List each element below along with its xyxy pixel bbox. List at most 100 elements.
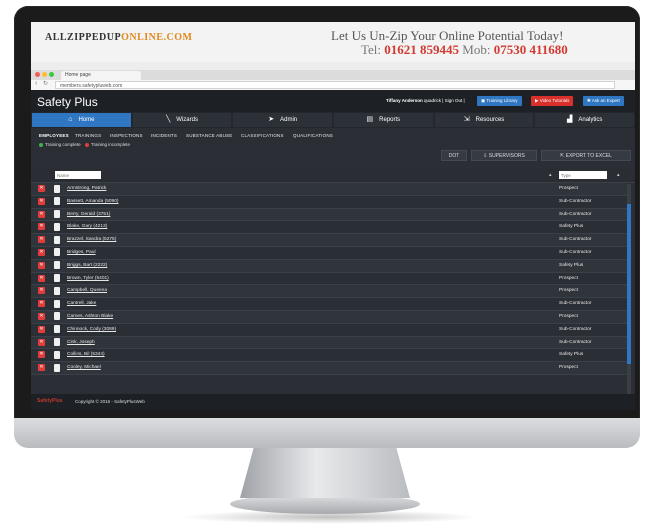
document-icon[interactable] — [54, 299, 60, 308]
tab-substance-abuse[interactable]: SUBSTANCE ABUSE — [186, 133, 232, 138]
delete-icon[interactable]: ✕ — [38, 364, 45, 372]
reload-icon[interactable]: ↻ — [43, 80, 48, 87]
employee-name-link[interactable]: Brazzel, Sandra (5275) — [67, 237, 116, 242]
employee-name-link[interactable]: Blake, Gary (4213) — [67, 224, 107, 229]
employee-name-link[interactable]: Bassett, Amanda (5090) — [67, 199, 118, 204]
document-icon[interactable] — [54, 222, 60, 231]
employee-name-link[interactable]: Cooley, Michael — [67, 365, 101, 370]
employee-name-link[interactable]: Collins, Bil (5344) — [67, 352, 105, 357]
sort-icon[interactable]: ▴ — [617, 172, 620, 178]
tab-incidents[interactable]: INCIDENTS — [151, 133, 177, 138]
footer-copyright: Copyright © 2016 - SafetyPlusWeb — [75, 399, 145, 404]
tab-employees[interactable]: EMPLOYEES — [39, 133, 69, 138]
delete-icon[interactable]: ✕ — [38, 351, 45, 359]
delete-icon[interactable]: ✕ — [38, 210, 45, 218]
employee-type: Prospect — [559, 365, 578, 371]
table-row[interactable]: ✕ Armstrong, Patrick Prospect — [31, 183, 627, 196]
delete-icon[interactable]: ✕ — [38, 338, 45, 346]
table-row[interactable]: ✕ Berry, Gerald (3751) Sub-Contractor — [31, 208, 627, 222]
employee-name-link[interactable]: Bridges, Paul — [67, 250, 96, 255]
video-tutorials-button[interactable]: ▶ Video Tutorials — [531, 96, 574, 106]
scrollbar[interactable] — [627, 184, 631, 394]
employee-type: Prospect — [559, 186, 578, 191]
employee-name-link[interactable]: Berry, Gerald (3751) — [67, 212, 110, 217]
document-icon[interactable] — [54, 274, 60, 283]
dot-button[interactable]: DOT — [441, 150, 467, 161]
nav-resources[interactable]: ⇲ Resources — [434, 113, 534, 127]
document-icon[interactable] — [54, 184, 60, 193]
tab-trainings[interactable]: TRAININGS — [75, 133, 101, 138]
maximize-window-icon[interactable] — [49, 72, 54, 77]
employee-name-link[interactable]: Campbell, Queena — [67, 288, 107, 293]
document-icon[interactable] — [54, 338, 60, 347]
url-field[interactable]: members.safetypluweb.com — [55, 81, 615, 89]
employee-type: Sub-Contractor — [559, 301, 592, 307]
delete-icon[interactable]: ✕ — [38, 197, 45, 205]
document-icon[interactable] — [54, 312, 60, 321]
table-row[interactable]: ✕ Cantrell, Jake Sub-Contractor — [31, 298, 627, 311]
delete-icon[interactable]: ✕ — [38, 223, 45, 231]
tab-classifications[interactable]: CLASSIFICATIONS — [241, 133, 284, 138]
document-icon[interactable] — [54, 210, 60, 219]
delete-icon[interactable]: ✕ — [38, 185, 45, 192]
delete-icon[interactable]: ✕ — [38, 300, 45, 308]
document-icon[interactable] — [54, 235, 60, 244]
table-row[interactable]: ✕ Collins, Bil (5344) Safety Plus — [31, 349, 627, 363]
back-icon[interactable]: ‹ — [35, 80, 37, 87]
nav-reports[interactable]: ▤ Reports — [334, 113, 433, 127]
sort-icon[interactable]: ▴ — [549, 172, 552, 178]
employee-name-link[interactable]: Cink, Joseph — [67, 340, 95, 345]
table-row[interactable]: ✕ Bassett, Amanda (5090) Sub-Contractor — [31, 195, 627, 209]
table-row[interactable]: ✕ Briggs, Bart (2222) Safety Plus — [31, 259, 627, 273]
nav-admin[interactable]: ➤ Admin — [233, 113, 333, 127]
table-row[interactable]: ✕ Carnes, Ashton Blake Prospect — [31, 310, 627, 324]
table-row[interactable]: ✕ Cooley, Michael Prospect — [31, 362, 627, 375]
name-filter-input[interactable] — [55, 171, 101, 179]
table-row[interactable]: ✕ Cink, Joseph Sub-Contractor — [31, 336, 627, 350]
external-icon: ⇲ — [463, 116, 470, 123]
delete-icon[interactable]: ✕ — [38, 248, 45, 256]
training-library-button[interactable]: ▣ Training Library — [477, 96, 522, 106]
document-icon[interactable] — [54, 350, 60, 359]
delete-icon[interactable]: ✕ — [38, 287, 45, 295]
type-filter-input[interactable] — [559, 171, 607, 179]
delete-icon[interactable]: ✕ — [38, 236, 45, 244]
close-window-icon[interactable] — [35, 72, 40, 77]
employee-name-link[interactable]: Brown, Tyler (5401) — [67, 276, 109, 281]
nav-analytics[interactable]: ▟ Analytics — [535, 113, 635, 127]
document-icon[interactable] — [54, 197, 60, 206]
banner-logo[interactable]: ALLZIPPEDUPONLINE.COM — [45, 32, 192, 43]
table-row[interactable]: ✕ Bridges, Paul Sub-Contractor — [31, 246, 627, 260]
employee-name-link[interactable]: Cantrell, Jake — [67, 301, 96, 306]
tab-qualifications[interactable]: QUALIFICATIONS — [293, 133, 333, 138]
minimize-window-icon[interactable] — [42, 72, 47, 77]
document-icon[interactable] — [54, 248, 60, 257]
employee-name-link[interactable]: Briggs, Bart (2222) — [67, 263, 107, 268]
table-row[interactable]: ✕ Brown, Tyler (5401) Prospect — [31, 272, 627, 286]
tab-inspections[interactable]: INSPECTIONS — [110, 133, 143, 138]
ask-expert-button[interactable]: ✱ Ask an Expert — [583, 96, 624, 106]
table-row[interactable]: ✕ Blake, Gary (4213) Safety Plus — [31, 221, 627, 235]
employee-type: Safety Plus — [559, 262, 584, 268]
nav-wizards[interactable]: ╲ Wizards — [132, 113, 232, 127]
employee-name-link[interactable]: Armstrong, Patrick — [67, 186, 106, 191]
nav-home[interactable]: ⌂ Home — [32, 113, 131, 127]
document-icon[interactable] — [54, 261, 60, 270]
employee-name-link[interactable]: Carnes, Ashton Blake — [67, 314, 113, 319]
scroll-thumb[interactable] — [627, 204, 631, 364]
browser-tab[interactable]: Home page — [61, 71, 141, 80]
app-window: Safety Plus Tiffany Anderson quadrick | … — [31, 90, 635, 410]
document-icon[interactable] — [54, 363, 60, 372]
table-row[interactable]: ✕ Brazzel, Sandra (5275) Sub-Contractor — [31, 234, 627, 247]
employee-name-link[interactable]: Chinnock, Cody (3089) — [67, 327, 116, 332]
export-excel-button[interactable]: ⇱ EXPORT TO EXCEL — [541, 150, 631, 161]
supervisors-button[interactable]: ⇩ SUPERVISORS — [471, 150, 537, 161]
document-icon[interactable] — [54, 286, 60, 295]
delete-icon[interactable]: ✕ — [38, 312, 45, 320]
table-row[interactable]: ✕ Chinnock, Cody (3089) Sub-Contractor — [31, 323, 627, 337]
document-icon[interactable] — [54, 325, 60, 334]
delete-icon[interactable]: ✕ — [38, 325, 45, 333]
delete-icon[interactable]: ✕ — [38, 274, 45, 282]
table-row[interactable]: ✕ Campbell, Queena Prospect — [31, 285, 627, 299]
delete-icon[interactable]: ✕ — [38, 261, 45, 269]
